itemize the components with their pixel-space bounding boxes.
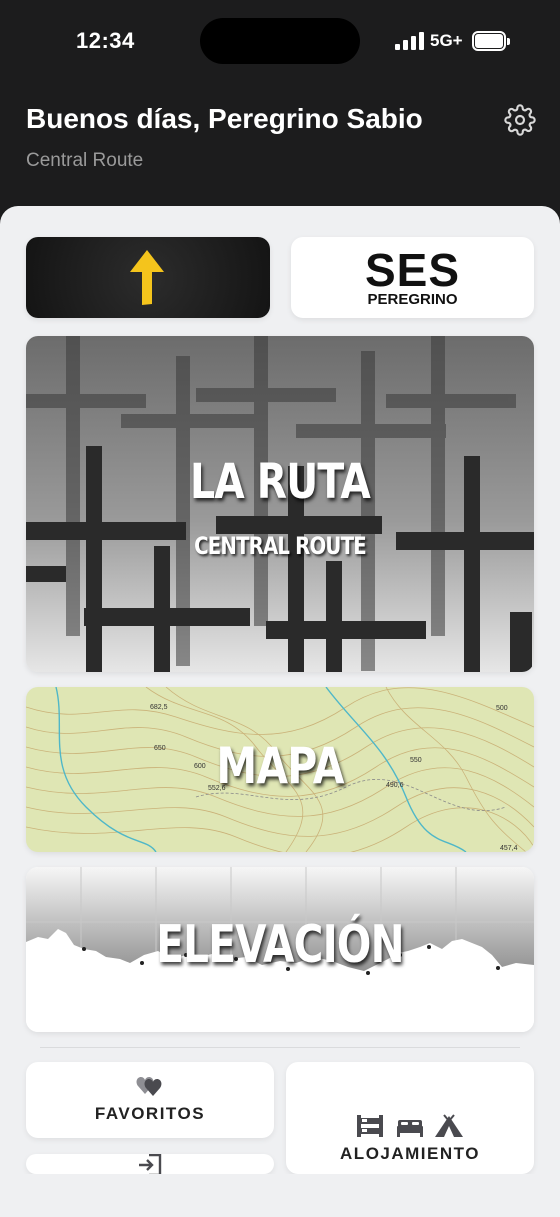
alojamiento-label: ALOJAMIENTO [340,1144,480,1163]
bottom-area [0,1174,560,1217]
status-time: 12:34 [76,28,135,53]
ses-logo-subtitle: PEREGRINO [367,291,458,308]
sign-in-button[interactable] [26,1154,274,1174]
status-bar: 12:34 5G+ [0,0,560,84]
la-ruta-title: LA RUTA [189,454,371,510]
bed-icon [397,1120,423,1137]
section-divider [40,1047,520,1048]
elevacion-card[interactable]: ELEVACIÓN [26,867,534,1032]
elevacion-title: ELEVACIÓN [156,915,404,975]
dynamic-island [200,18,360,64]
favoritos-label: FAVORITOS [94,1104,206,1123]
hearts-icon [136,1077,162,1096]
signal-icon [395,32,425,50]
battery-icon [472,31,510,51]
arrow-up-icon [130,250,164,305]
ses-logo-title: SES [364,244,461,296]
gear-icon [504,104,536,136]
ses-peregrino-card[interactable]: SES PEREGRINO [291,237,534,318]
map-contour-label: 500 [496,705,508,712]
map-elevation-label: 682,5 [150,704,168,711]
settings-button[interactable] [504,104,536,136]
mapa-card[interactable]: 682,5 650 600 552,6 490,6 550 500 457,4 … [26,687,534,852]
favoritos-button[interactable]: FAVORITOS [26,1062,274,1138]
la-ruta-card[interactable]: LA RUTA CENTRAL ROUTE [26,336,534,672]
yellow-arrow-card[interactable] [26,237,270,318]
alojamiento-button[interactable]: ALOJAMIENTO [286,1062,534,1174]
route-subtitle: Central Route [26,150,144,171]
tent-icon [435,1114,463,1137]
map-elevation-label: 457,4 [500,845,518,852]
sign-in-icon [139,1154,162,1174]
network-type: 5G+ [430,31,463,50]
greeting-title: Buenos días, Peregrino Sabio [26,103,423,134]
la-ruta-subtitle: CENTRAL ROUTE [194,532,366,560]
bunk-bed-icon [357,1115,383,1137]
mapa-title: MAPA [216,737,344,795]
